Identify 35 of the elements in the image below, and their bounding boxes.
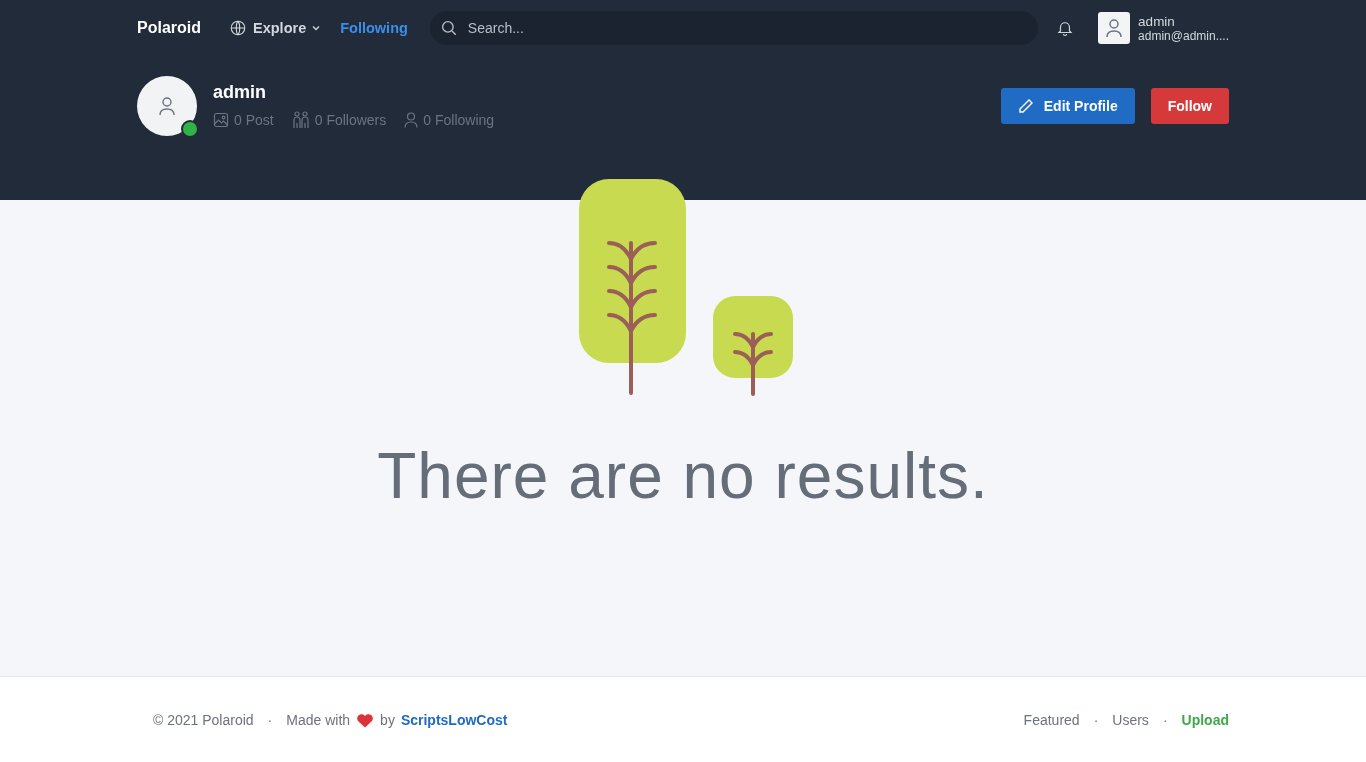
copyright-text: © 2021 Polaroid bbox=[153, 711, 254, 728]
notification-bell-icon[interactable] bbox=[1056, 19, 1075, 37]
user-name[interactable]: admin bbox=[1138, 13, 1229, 29]
stat-label: 0 Post bbox=[234, 112, 274, 128]
made-with-text: Made with bbox=[286, 711, 351, 728]
footer-link[interactable]: Users bbox=[1112, 711, 1149, 728]
search-icon bbox=[439, 19, 458, 37]
heart-icon bbox=[356, 711, 375, 728]
pencil-icon bbox=[1017, 98, 1034, 114]
image-icon bbox=[213, 112, 229, 128]
user-icon bbox=[404, 112, 419, 128]
separator-dot: · bbox=[1093, 711, 1099, 728]
user-email: admin@admin.... bbox=[1138, 28, 1229, 43]
separator-dot: · bbox=[1162, 711, 1168, 728]
profile-name: admin bbox=[213, 82, 267, 103]
globe-icon bbox=[229, 19, 247, 37]
stat-label: 0 Following bbox=[423, 112, 495, 128]
follow-button[interactable]: Follow bbox=[1150, 88, 1229, 124]
nav-link[interactable]: Explore bbox=[229, 19, 321, 37]
nav-link[interactable]: Following bbox=[340, 20, 408, 36]
footer-link[interactable]: Featured bbox=[1023, 711, 1080, 728]
user-avatar[interactable] bbox=[1098, 12, 1131, 44]
user-icon bbox=[1105, 18, 1124, 38]
user-icon bbox=[158, 96, 176, 116]
stat-label: 0 Followers bbox=[314, 112, 387, 128]
author-link[interactable]: ScriptsLowCost bbox=[400, 711, 508, 728]
brand-logo[interactable]: Polaroid bbox=[137, 19, 201, 37]
footer-link[interactable]: Upload bbox=[1181, 711, 1229, 728]
caret-icon bbox=[312, 25, 321, 31]
empty-state-message: There are no results. bbox=[377, 439, 989, 513]
people-icon bbox=[291, 111, 310, 129]
edit-profile-button[interactable]: Edit Profile bbox=[1000, 88, 1135, 124]
by-text: by bbox=[380, 711, 395, 728]
search-field[interactable]: Search... bbox=[429, 11, 1039, 45]
separator-dot: · bbox=[267, 711, 273, 728]
